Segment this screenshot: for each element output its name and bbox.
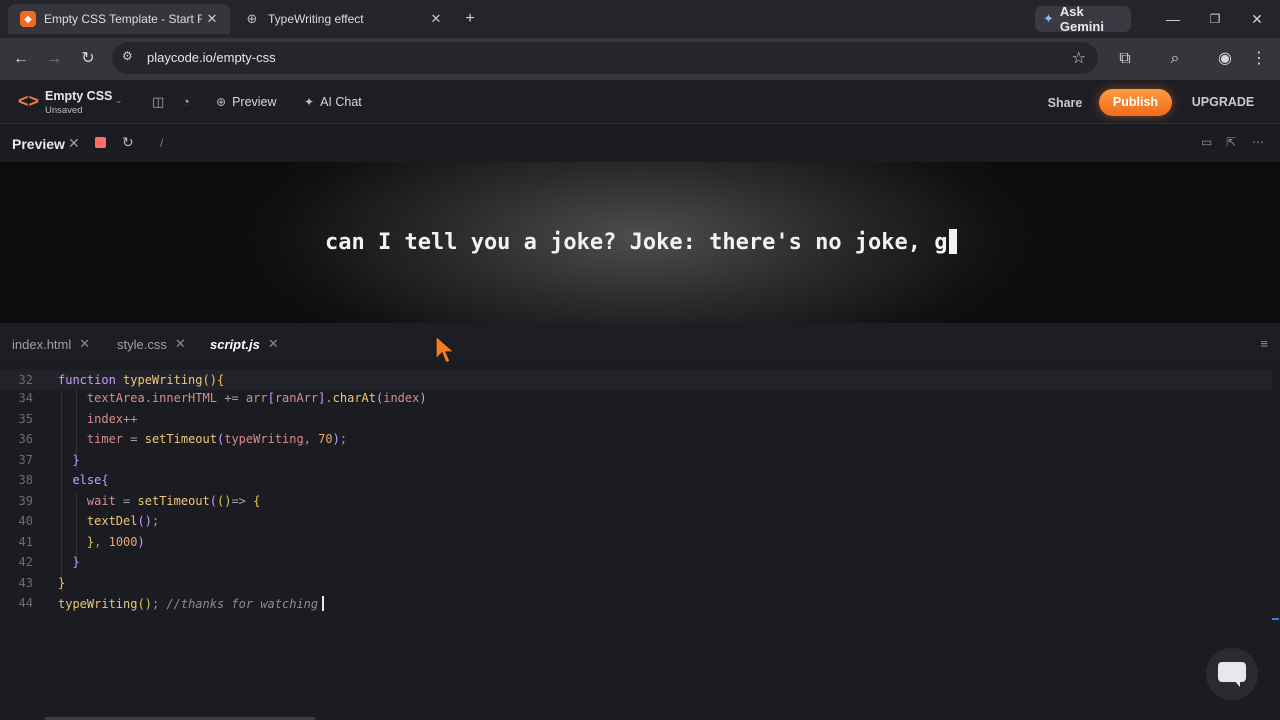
preview-path[interactable]: /: [160, 136, 163, 150]
open-external-icon[interactable]: ⇱: [1226, 135, 1236, 149]
line-number: 36: [18, 432, 33, 446]
code-editor[interactable]: 32 34 35 36 37 38 39 40 41 42 43 44 func…: [0, 365, 1280, 720]
preview-toolbar: Preview ✕ ↻ / ▭ ⇱ ⋯: [0, 124, 1280, 162]
line-number: 32: [18, 373, 33, 387]
close-window-icon[interactable]: ✕: [1245, 8, 1269, 30]
code-line: textArea.innerHTML += arr[ranArr].charAt…: [86, 391, 427, 405]
text-cursor: [322, 596, 325, 611]
address-bar[interactable]: ⚙ playcode.io/empty-css ☆: [112, 42, 1098, 74]
line-number: 42: [18, 555, 33, 569]
globe-icon: ⊕: [246, 11, 258, 26]
code-line: wait = setTimeout(()=> {: [86, 494, 261, 508]
forward-arrow-icon[interactable]: →: [43, 48, 65, 70]
line-number: 35: [18, 412, 33, 426]
preview-pane-title: Preview: [12, 136, 65, 152]
chevron-down-icon[interactable]: ⌄: [115, 95, 123, 106]
line-number: 40: [18, 514, 33, 528]
project-status: Unsaved: [45, 105, 83, 116]
code-line: else{: [72, 473, 109, 487]
tab-label: script.js: [210, 336, 260, 352]
globe-icon: ⊕: [216, 95, 227, 109]
ask-gemini-button[interactable]: ✦ Ask Gemini: [1035, 4, 1131, 34]
history-icon[interactable]: ◔: [182, 94, 190, 109]
minimize-window-icon[interactable]: —: [1161, 8, 1185, 30]
tab-script-js[interactable]: script.js ✕: [210, 336, 279, 352]
tab-search-icon[interactable]: ⌕: [1164, 48, 1186, 70]
code-line: timer = setTimeout(typeWriting, 70);: [86, 432, 348, 446]
line-number: 37: [18, 453, 33, 467]
sparkle-icon: ✦: [304, 95, 315, 109]
chat-support-icon[interactable]: [1206, 648, 1258, 700]
upgrade-button[interactable]: UPGRADE: [1187, 91, 1259, 113]
close-tab-icon[interactable]: ✕: [202, 11, 222, 27]
more-options-icon[interactable]: ⋯: [1252, 135, 1264, 149]
playcode-logo-icon: <>: [18, 91, 40, 111]
close-tab-icon[interactable]: ✕: [79, 336, 90, 352]
preview-toggle-label: Preview: [232, 95, 277, 109]
ai-chat-button[interactable]: ✦ AI Chat: [304, 95, 362, 109]
line-number: 44: [18, 596, 33, 610]
ai-chat-label: AI Chat: [320, 95, 362, 109]
close-preview-icon[interactable]: ✕: [68, 135, 80, 152]
close-tab-icon[interactable]: ✕: [426, 11, 446, 27]
typewriter-cursor: [948, 229, 957, 254]
back-arrow-icon[interactable]: ←: [10, 48, 32, 70]
browser-tab-title: Empty CSS Template - Start Fre: [44, 12, 202, 26]
bookmark-star-icon[interactable]: ☆: [1072, 48, 1086, 68]
gemini-spark-icon: ✦: [1043, 11, 1054, 26]
project-name[interactable]: Empty CSS: [45, 89, 112, 103]
browser-menu-icon[interactable]: ⋮: [1248, 48, 1270, 70]
profile-avatar-icon[interactable]: ◉: [1214, 48, 1236, 70]
browser-tab-title: TypeWriting effect: [268, 12, 364, 26]
browser-tab-active[interactable]: ◆ Empty CSS Template - Start Fre ✕: [8, 4, 230, 34]
line-number: 41: [18, 535, 33, 549]
typewriter-text: can I tell you a joke? Joke: there's no …: [325, 230, 948, 255]
close-tab-icon[interactable]: ✕: [268, 336, 279, 352]
tab-style-css[interactable]: style.css ✕: [117, 336, 186, 352]
code-line: }: [58, 576, 66, 590]
publish-button[interactable]: Publish: [1099, 89, 1172, 116]
code-line: index++: [86, 412, 138, 426]
browser-tab[interactable]: ⊕ TypeWriting effect ✕: [232, 4, 454, 34]
mouse-pointer-icon: [435, 335, 456, 364]
sidebar-toggle-icon[interactable]: ◫: [152, 94, 164, 110]
editor-menu-icon[interactable]: ≡: [1260, 336, 1268, 351]
code-line: typeWriting(); //thanks for watching: [58, 596, 325, 611]
preview-toggle-button[interactable]: ⊕ Preview: [216, 95, 277, 109]
device-view-icon[interactable]: ▭: [1201, 135, 1212, 149]
tab-index-html[interactable]: index.html ✕: [12, 336, 90, 352]
code-line: }: [72, 453, 80, 467]
app-header: <> Empty CSS Unsaved ⌄ ◫ ◔ ⊕ Preview ✦ A…: [0, 80, 1280, 124]
share-button[interactable]: Share: [1040, 92, 1090, 114]
close-tab-icon[interactable]: ✕: [175, 336, 186, 352]
refresh-preview-icon[interactable]: ↻: [122, 134, 134, 151]
stop-icon[interactable]: [95, 137, 106, 148]
preview-output: can I tell you a joke? Joke: there's no …: [0, 162, 1280, 323]
code-line: textDel();: [86, 514, 160, 528]
tab-label: style.css: [117, 336, 167, 352]
code-line: }, 1000): [86, 535, 145, 549]
browser-toolbar: ← → ↻ ⚙ playcode.io/empty-css ☆ ⧉ ⌕ ◉ ⋮: [0, 38, 1280, 80]
restore-window-icon[interactable]: ❐: [1203, 8, 1227, 30]
line-number: 34: [18, 391, 33, 405]
extensions-icon[interactable]: ⧉: [1114, 48, 1136, 70]
scrollbar-marker: [1272, 618, 1279, 620]
ask-gemini-label: Ask Gemini: [1059, 4, 1104, 34]
url-text: playcode.io/empty-css: [147, 50, 276, 65]
typewriter-output: can I tell you a joke? Joke: there's no …: [325, 229, 957, 255]
browser-tab-strip: ◆ Empty CSS Template - Start Fre ✕ ⊕ Typ…: [0, 0, 1280, 38]
line-number: 39: [18, 494, 33, 508]
line-number: 43: [18, 576, 33, 590]
tab-label: index.html: [12, 336, 72, 352]
line-number: 38: [18, 473, 33, 487]
code-line: }: [72, 555, 80, 569]
site-settings-icon[interactable]: ⚙: [122, 49, 133, 63]
code-line: function typeWriting(){: [58, 373, 225, 387]
editor-tab-bar: index.html ✕ style.css ✕ script.js ✕ ≡: [0, 323, 1280, 365]
reload-icon[interactable]: ↻: [77, 48, 99, 70]
new-tab-button[interactable]: +: [458, 8, 482, 30]
playcode-favicon-icon: ◆: [20, 11, 36, 27]
